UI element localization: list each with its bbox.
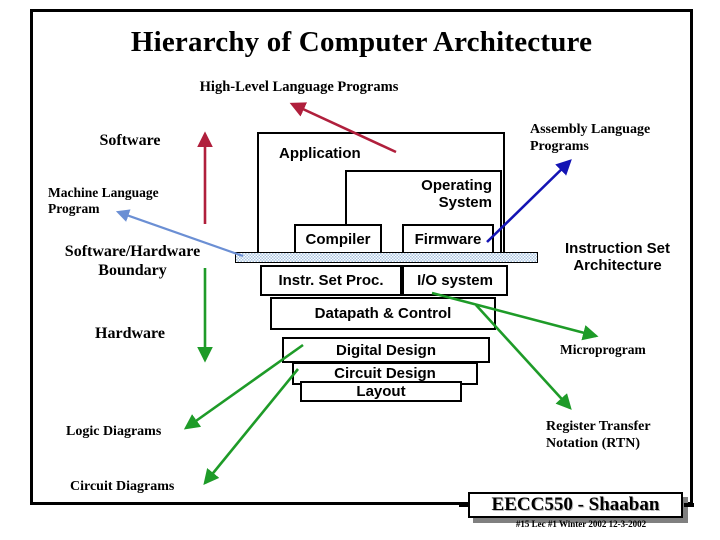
isa-line-1: Instruction Set xyxy=(564,240,670,257)
label-high-level-language-programs: High-Level Language Programs xyxy=(199,79,399,95)
label-register-transfer-notation: Register Transfer Notation (RTN) xyxy=(546,419,716,452)
label-circuit-diagrams: Circuit Diagrams xyxy=(70,479,175,494)
box-layout-label: Layout xyxy=(356,383,406,400)
box-compiler-label: Compiler xyxy=(305,231,371,248)
label-machine-language-program: Machine Language Program xyxy=(48,185,228,217)
assembly-line-2: Programs xyxy=(530,138,589,154)
label-software: Software xyxy=(99,132,161,149)
box-digital-design: Digital Design xyxy=(282,337,490,363)
machine-language-line-2: Program xyxy=(48,200,100,216)
rtn-line-1: Register Transfer xyxy=(546,419,651,434)
label-logic-diagrams: Logic Diagrams xyxy=(66,424,162,439)
footer-course-label: EECC550 - Shaaban xyxy=(491,494,660,515)
box-datapath-control-label: Datapath & Control xyxy=(314,305,452,322)
box-circuit-design-label: Circuit Design xyxy=(334,365,436,382)
box-firmware-label: Firmware xyxy=(414,231,482,248)
label-hardware: Hardware xyxy=(95,325,165,342)
box-io-system-label: I/O system xyxy=(417,272,493,289)
box-os-label-line-1: Operating xyxy=(421,177,492,194)
footer-meta-label: #15 Lec #1 Winter 2002 12-3-2002 xyxy=(515,519,647,529)
box-application-label: Application xyxy=(279,145,361,162)
rtn-line-2: Notation (RTN) xyxy=(546,435,641,451)
footer-tick-right xyxy=(684,503,694,507)
machine-language-line-1: Machine Language xyxy=(48,185,159,200)
box-digital-design-label: Digital Design xyxy=(335,342,436,359)
slide-canvas: Hierarchy of Computer Architecture High-… xyxy=(0,0,720,540)
label-software-hardware-boundary: Software/Hardware Boundary xyxy=(35,243,230,281)
box-firmware: Firmware xyxy=(402,224,494,255)
box-compiler: Compiler xyxy=(294,224,382,255)
sw-hw-boundary-line-2: Boundary xyxy=(98,261,167,279)
box-io-system: I/O system xyxy=(402,265,508,296)
page-title: Hierarchy of Computer Architecture xyxy=(130,26,593,58)
box-os-label-line-2: System xyxy=(438,194,492,212)
software-hardware-boundary-bar xyxy=(235,252,538,263)
sw-hw-boundary-line-1: Software/Hardware xyxy=(64,243,201,260)
box-datapath-control: Datapath & Control xyxy=(270,297,496,330)
label-assembly-language-programs: Assembly Language Programs xyxy=(530,122,710,155)
isa-line-2: Architecture xyxy=(573,257,662,275)
box-instr-set-proc: Instr. Set Proc. xyxy=(260,265,402,296)
label-microprogram: Microprogram xyxy=(560,342,646,357)
label-instruction-set-architecture: Instruction Set Architecture xyxy=(540,240,695,275)
assembly-line-1: Assembly Language xyxy=(530,122,651,137)
box-layout: Layout xyxy=(300,381,462,402)
box-instr-set-proc-label: Instr. Set Proc. xyxy=(278,272,384,289)
